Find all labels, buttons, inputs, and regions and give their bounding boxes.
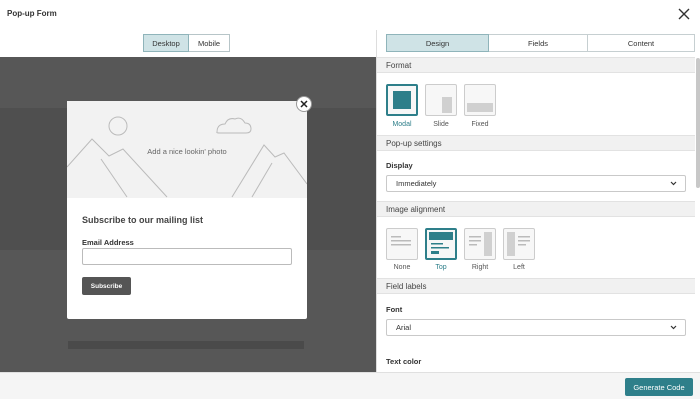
device-toggle: Desktop Mobile bbox=[143, 34, 230, 52]
modal-title: Subscribe to our mailing list bbox=[82, 215, 204, 225]
panel-tabs: Design Fields Content bbox=[386, 34, 695, 52]
display-label: Display bbox=[386, 161, 413, 170]
align-left-icon bbox=[507, 232, 530, 256]
font-select[interactable]: Arial bbox=[386, 319, 686, 336]
modal-close-button[interactable] bbox=[296, 96, 312, 112]
alignment-option-right[interactable] bbox=[464, 228, 496, 260]
chevron-down-icon bbox=[670, 181, 677, 186]
close-icon[interactable] bbox=[676, 6, 692, 22]
font-value: Arial bbox=[396, 323, 412, 332]
email-field[interactable] bbox=[82, 248, 292, 265]
display-select[interactable]: Immediately bbox=[386, 175, 686, 192]
fixed-layout-icon bbox=[467, 103, 493, 112]
align-right-icon bbox=[469, 232, 492, 256]
alignment-label-left: Left bbox=[513, 264, 525, 271]
format-option-modal[interactable] bbox=[386, 84, 418, 116]
generate-code-button[interactable]: Generate Code bbox=[625, 378, 693, 396]
dialog-header: Pop-up Form bbox=[0, 0, 700, 30]
photo-placeholder[interactable]: Add a nice lookin' photo bbox=[67, 101, 307, 198]
alignment-option-none[interactable] bbox=[386, 228, 418, 260]
font-label: Font bbox=[386, 305, 403, 314]
settings-panel: Design Fields Content Format Modal Slide… bbox=[376, 30, 700, 372]
field-labels-heading: Field labels bbox=[377, 278, 695, 294]
popup-modal-preview: Add a nice lookin' photo Subscribe to ou… bbox=[67, 101, 307, 319]
align-top-icon bbox=[429, 232, 453, 254]
panel-scrollbar[interactable] bbox=[696, 58, 700, 188]
format-option-fixed[interactable] bbox=[464, 84, 496, 116]
image-alignment-heading: Image alignment bbox=[377, 201, 695, 217]
alignment-option-top[interactable] bbox=[425, 228, 457, 260]
format-option-slide[interactable] bbox=[425, 84, 457, 116]
alignment-option-left[interactable] bbox=[503, 228, 535, 260]
page-mock-bar bbox=[68, 341, 304, 349]
alignment-label-top: Top bbox=[435, 264, 447, 271]
display-value: Immediately bbox=[396, 179, 437, 188]
tab-design[interactable]: Design bbox=[386, 34, 489, 52]
photo-placeholder-text: Add a nice lookin' photo bbox=[147, 147, 227, 156]
alignment-label-right: Right bbox=[471, 264, 489, 271]
desktop-button[interactable]: Desktop bbox=[143, 34, 189, 52]
email-label: Email Address bbox=[82, 238, 134, 247]
chevron-down-icon bbox=[670, 325, 677, 330]
dialog-title: Pop-up Form bbox=[7, 9, 57, 18]
popup-settings-heading: Pop-up settings bbox=[377, 135, 695, 151]
tab-content[interactable]: Content bbox=[588, 34, 695, 52]
format-section-heading: Format bbox=[377, 57, 695, 73]
slide-layout-icon bbox=[442, 97, 452, 113]
format-label-slide: Slide bbox=[433, 121, 449, 128]
format-label-modal: Modal bbox=[392, 121, 412, 128]
format-label-fixed: Fixed bbox=[471, 121, 489, 128]
dialog-footer: Generate Code bbox=[0, 372, 700, 399]
text-color-label: Text color bbox=[386, 357, 422, 366]
close-icon bbox=[300, 100, 308, 108]
align-none-icon bbox=[391, 236, 411, 246]
tab-fields[interactable]: Fields bbox=[489, 34, 588, 52]
mobile-button[interactable]: Mobile bbox=[189, 34, 230, 52]
alignment-label-none: None bbox=[393, 264, 411, 271]
modal-layout-icon bbox=[393, 91, 411, 109]
subscribe-button[interactable]: Subscribe bbox=[82, 277, 131, 295]
